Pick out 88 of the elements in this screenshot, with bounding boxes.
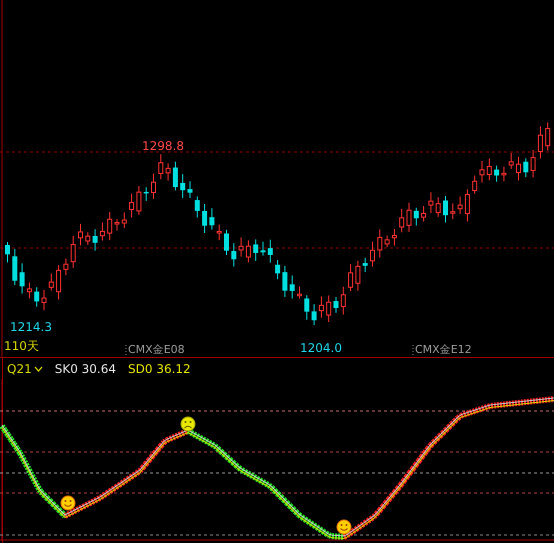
candlestick	[26, 282, 32, 299]
candlestick	[384, 235, 390, 248]
candlestick	[370, 241, 375, 268]
candlestick	[194, 196, 200, 218]
candlestick	[450, 202, 456, 220]
candlestick	[312, 304, 317, 326]
candlestick	[129, 193, 134, 218]
candlestick	[348, 264, 354, 292]
candlestick	[92, 228, 98, 252]
indicator-value: SD0 36.12	[128, 362, 191, 376]
candlestick	[406, 202, 412, 232]
candlestick	[472, 175, 478, 194]
candlestick	[516, 156, 521, 182]
candlestick	[188, 180, 192, 199]
candlestick	[20, 262, 25, 294]
candlestick	[275, 260, 280, 280]
candlestick	[428, 192, 434, 214]
price-label: 1298.8	[142, 139, 184, 153]
price-label: 1214.3	[10, 320, 52, 334]
candlestick	[151, 173, 156, 200]
candlestick	[282, 265, 288, 298]
candlestick	[144, 186, 149, 202]
candlestick	[158, 154, 164, 180]
candlestick	[202, 203, 208, 234]
candlestick	[334, 296, 338, 314]
candlestick	[231, 242, 236, 268]
candlestick	[304, 294, 310, 320]
date-marker: CMX金E08	[128, 343, 185, 356]
indicator-value: SK0 30.64	[54, 362, 116, 376]
candlestick	[362, 257, 368, 273]
candlestick	[122, 212, 127, 228]
price-label: 1204.0	[300, 341, 342, 355]
candlestick	[545, 122, 550, 152]
candlestick	[224, 229, 229, 256]
candlestick	[414, 207, 419, 226]
candlestick	[501, 166, 506, 182]
chevron-down-icon[interactable]	[34, 366, 43, 372]
candlestick	[78, 223, 83, 246]
candlestick	[377, 228, 382, 258]
candlestick	[290, 274, 295, 299]
candlestick	[253, 238, 258, 262]
candlestick	[260, 241, 266, 256]
candlestick	[464, 188, 470, 222]
candlestick	[172, 161, 178, 191]
candlestick	[246, 240, 251, 263]
frown-icon	[180, 416, 196, 432]
indicator-name[interactable]: Q21	[7, 362, 43, 376]
candlestick	[326, 295, 332, 323]
period-label: 110天	[4, 339, 39, 353]
candlestick	[458, 196, 463, 215]
candlestick	[538, 126, 543, 159]
candlestick	[107, 212, 112, 241]
smiley-icon	[336, 520, 352, 534]
candlestick	[443, 196, 448, 223]
candlestick	[136, 186, 142, 216]
candlestick	[63, 258, 68, 276]
candlestick	[85, 232, 90, 246]
candlestick	[486, 158, 492, 181]
candlestick	[12, 248, 18, 286]
candlestick	[268, 239, 273, 264]
date-marker: CMX金E12	[415, 343, 472, 356]
candlestick	[238, 236, 244, 258]
candlestick	[392, 228, 397, 246]
candlestick	[70, 235, 76, 268]
candlestick	[530, 149, 536, 178]
candlestick	[56, 264, 62, 300]
candlestick	[480, 160, 484, 184]
candlestick	[114, 218, 120, 231]
candlestick	[166, 162, 171, 182]
candlestick	[5, 242, 10, 263]
candlestick	[355, 260, 360, 292]
candlestick	[436, 196, 441, 218]
smiley-icon	[60, 496, 76, 510]
candlestick	[209, 208, 214, 230]
candlestick	[494, 165, 500, 182]
candlestick	[318, 296, 324, 318]
candlestick	[399, 208, 404, 233]
candlestick	[42, 289, 46, 311]
candlestick	[297, 286, 302, 299]
candlestick	[523, 158, 528, 178]
candlestick	[340, 286, 346, 316]
candlestick	[421, 205, 426, 222]
candlestick	[508, 152, 514, 170]
candlestick	[216, 224, 222, 241]
candlestick	[100, 222, 105, 242]
candlestick	[180, 174, 186, 199]
candlestick	[34, 286, 40, 308]
candlestick	[48, 272, 54, 292]
